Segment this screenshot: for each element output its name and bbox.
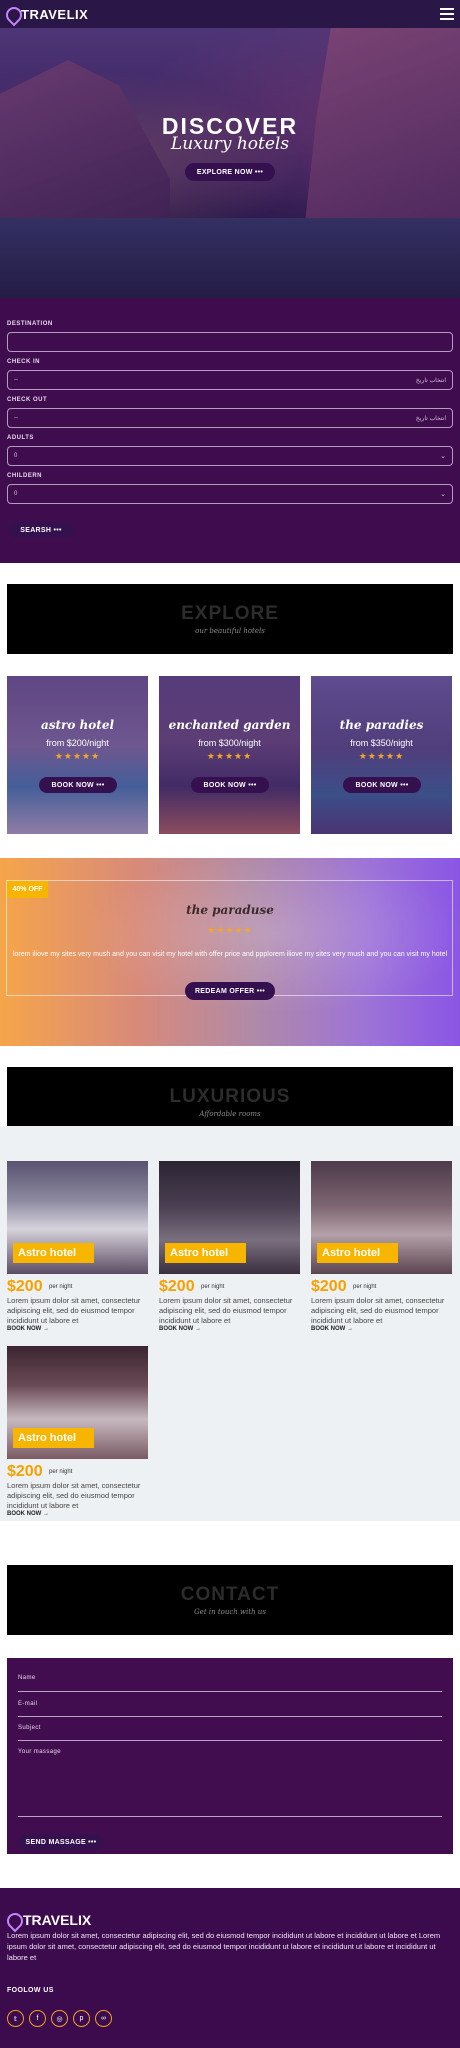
- checkout-calendar-text: انتخاب تاریخ: [415, 415, 446, 422]
- checkin-calendar-text: انتخاب تاریخ: [415, 377, 446, 384]
- chevron-down-icon: ⌄: [440, 491, 446, 498]
- explore-header: EXPLORE our beautiful hotels: [7, 584, 453, 654]
- room-price-unit: per night: [201, 1284, 225, 1290]
- follow-us-heading: FOOLOW US: [7, 1987, 54, 1994]
- email-label: E-mail: [18, 1701, 38, 1707]
- book-now-link[interactable]: BOOK NOW →: [159, 1326, 201, 1332]
- book-now-button[interactable]: BOOK NOW •••: [343, 777, 421, 793]
- room-label: Astro hotel: [317, 1243, 398, 1263]
- room-price: $200: [159, 1278, 195, 1295]
- luxurious-title: LUXURIOUS: [169, 1086, 291, 1107]
- room-description: Lorem ipsum dolor sit amet, consectetur …: [7, 1296, 141, 1325]
- room-price-unit: per night: [353, 1284, 377, 1290]
- card-title: enchanted garden: [168, 718, 291, 732]
- brand-logo[interactable]: TRAVELIX: [6, 7, 88, 22]
- card-price: from $200/night: [46, 738, 109, 748]
- checkout-input[interactable]: -- انتخاب تاریخ: [7, 408, 453, 428]
- search-button[interactable]: SEARSH •••: [8, 522, 74, 538]
- room-price: $200: [7, 1463, 43, 1480]
- hero-subtitle: Luxury hotels: [170, 134, 290, 154]
- instagram-icon[interactable]: ◎: [51, 2010, 68, 2027]
- explore-card[interactable]: astro hotel from $200/night ★★★★★ BOOK N…: [7, 676, 148, 834]
- room-label: Astro hotel: [13, 1428, 94, 1448]
- star-rating: ★★★★★: [207, 925, 253, 935]
- footer-brand-logo[interactable]: TRAVELIX: [7, 1912, 91, 1928]
- destination-label: DESTINATION: [7, 321, 53, 327]
- location-pin-icon: [6, 7, 18, 21]
- explore-title: EXPLORE: [181, 603, 279, 624]
- checkout-label: CHECK OUT: [7, 397, 48, 403]
- tripadvisor-icon[interactable]: ∞: [95, 2010, 112, 2027]
- offer-description: lorem iliove my sites very mush and you …: [12, 951, 448, 958]
- checkin-label: CHECK IN: [7, 359, 41, 365]
- destination-input[interactable]: [7, 332, 453, 352]
- location-pin-icon: [7, 1913, 19, 1927]
- room-label: Astro hotel: [165, 1243, 246, 1263]
- card-price: from $350/night: [350, 738, 413, 748]
- contact-header: CONTACT Get in touch with us: [7, 1565, 453, 1635]
- card-title: the paradies: [339, 718, 424, 732]
- top-navbar: TRAVELIX: [0, 0, 460, 28]
- name-label: Name: [18, 1675, 36, 1681]
- room-description: Lorem ipsum dolor sit amet, consectetur …: [7, 1481, 141, 1510]
- book-now-link[interactable]: BOOK NOW →: [7, 1511, 49, 1517]
- book-now-button[interactable]: BOOK NOW •••: [191, 777, 269, 793]
- twitter-icon[interactable]: 𝕥: [7, 2010, 24, 2027]
- checkin-input[interactable]: -- انتخاب تاریخ: [7, 370, 453, 390]
- hamburger-menu-icon[interactable]: [440, 8, 454, 20]
- explore-now-button[interactable]: EXPLORE NOW •••: [185, 163, 275, 181]
- room-description: Lorem ipsum dolor sit amet, consectetur …: [311, 1296, 445, 1325]
- adults-select[interactable]: 0 ⌄: [7, 446, 453, 466]
- room-price-unit: per night: [49, 1284, 73, 1290]
- room-label: Astro hotel: [13, 1243, 94, 1263]
- adults-value: 0: [14, 453, 18, 459]
- luxurious-subtitle: Affordable rooms: [199, 1110, 261, 1118]
- room-price-unit: per night: [49, 1469, 73, 1475]
- email-input[interactable]: [18, 1716, 442, 1717]
- message-textarea[interactable]: [18, 1760, 442, 1817]
- explore-card[interactable]: enchanted garden from $300/night ★★★★★ B…: [159, 676, 300, 834]
- facebook-icon[interactable]: f: [29, 2010, 46, 2027]
- pinterest-icon[interactable]: p: [73, 2010, 90, 2027]
- brand-name: TRAVELIX: [21, 6, 89, 22]
- send-message-button[interactable]: SEND MASSAGE •••: [18, 1834, 104, 1850]
- footer-brand-name: TRAVELIX: [23, 1912, 92, 1928]
- children-label: CHILDERN: [7, 473, 42, 479]
- adults-label: ADULTS: [7, 435, 34, 441]
- offer-title: the paraduse: [186, 903, 274, 917]
- room-price: $200: [311, 1278, 347, 1295]
- message-label: Your massage: [18, 1749, 61, 1755]
- name-input[interactable]: [18, 1691, 442, 1692]
- discount-badge: 40% OFF: [7, 881, 48, 898]
- checkout-value: --: [14, 415, 18, 421]
- children-select[interactable]: 0 ⌄: [7, 484, 453, 504]
- children-value: 0: [14, 491, 18, 497]
- contact-subtitle: Get in touch with us: [194, 1608, 266, 1616]
- chevron-down-icon: ⌄: [440, 453, 446, 460]
- offer-frame: [6, 880, 453, 996]
- subject-input[interactable]: [18, 1740, 442, 1741]
- footer-description: Lorem ipsum dolor sit amet, consectetur …: [7, 1931, 441, 1962]
- card-price: from $300/night: [198, 738, 261, 748]
- book-now-button[interactable]: BOOK NOW •••: [39, 777, 117, 793]
- book-now-link[interactable]: BOOK NOW →: [7, 1326, 49, 1332]
- subject-label: Subject: [18, 1725, 41, 1731]
- explore-subtitle: our beautiful hotels: [195, 627, 265, 635]
- star-rating: ★★★★★: [358, 751, 405, 761]
- star-rating: ★★★★★: [206, 751, 253, 761]
- book-now-link[interactable]: BOOK NOW →: [311, 1326, 353, 1332]
- star-rating: ★★★★★: [54, 751, 101, 761]
- explore-card[interactable]: the paradies from $350/night ★★★★★ BOOK …: [311, 676, 452, 834]
- room-description: Lorem ipsum dolor sit amet, consectetur …: [159, 1296, 293, 1325]
- contact-form: Name E-mail Subject Your massage SEND MA…: [7, 1658, 453, 1854]
- room-price: $200: [7, 1278, 43, 1295]
- redeem-offer-button[interactable]: REDEAM OFFER •••: [185, 982, 275, 1000]
- checkin-value: --: [14, 377, 18, 383]
- contact-title: CONTACT: [180, 1584, 280, 1605]
- card-title: astro hotel: [40, 718, 115, 732]
